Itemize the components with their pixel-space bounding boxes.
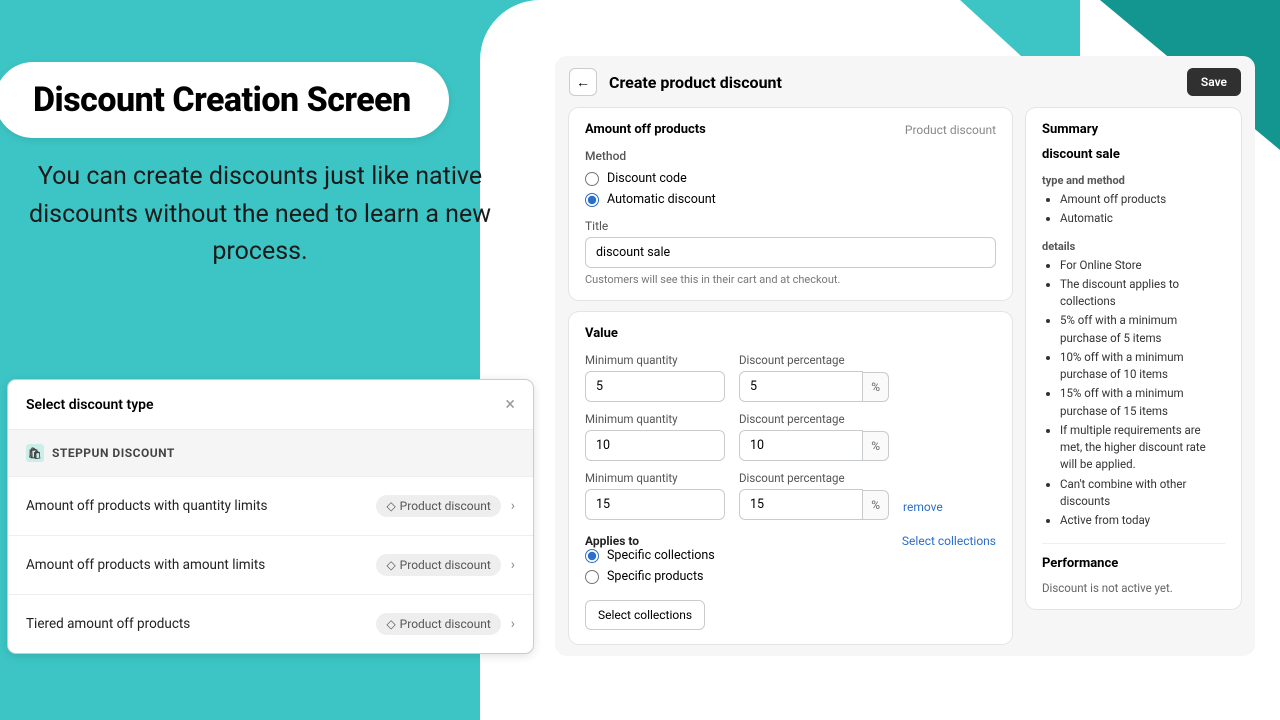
page-title: Create product discount (609, 73, 782, 92)
marketing-title: Discount Creation Screen (0, 62, 449, 138)
chevron-right-icon: › (511, 616, 515, 632)
pct-input[interactable] (739, 489, 863, 520)
discount-type-option[interactable]: Tiered amount off products ◇Product disc… (8, 595, 533, 653)
product-discount-badge: ◇Product discount (376, 613, 500, 635)
dialog-title: Select discount type (26, 397, 154, 413)
tag-icon: ◇ (386, 617, 395, 631)
discount-type-option[interactable]: Amount off products with amount limits ◇… (8, 536, 533, 595)
summary-name: discount sale (1042, 147, 1225, 162)
discount-type-dialog: Select discount type × 🛍 STEPPUN DISCOUN… (8, 380, 533, 653)
pct-input[interactable] (739, 371, 863, 402)
arrow-left-icon: ← (576, 74, 590, 91)
value-card: Value Minimum quantity Discount percenta… (569, 312, 1012, 644)
summary-card: Summary discount sale type and method Am… (1026, 108, 1241, 609)
type-badge: Product discount (905, 123, 996, 137)
admin-panel: ← Create product discount Save Amount of… (555, 56, 1255, 656)
chevron-right-icon: › (511, 557, 515, 573)
remove-tier-link[interactable]: remove (903, 500, 996, 520)
chevron-right-icon: › (511, 498, 515, 514)
tag-icon: ◇ (386, 499, 395, 513)
product-discount-badge: ◇Product discount (376, 554, 500, 576)
select-collections-button[interactable]: Select collections (585, 600, 705, 630)
method-radio-auto[interactable]: Automatic discount (585, 192, 996, 207)
qty-input[interactable] (585, 430, 725, 461)
select-collections-link[interactable]: Select collections (902, 534, 996, 548)
summary-type-list: Amount off products Automatic (1042, 191, 1225, 228)
save-button[interactable]: Save (1187, 68, 1241, 96)
applies-radio-products[interactable]: Specific products (585, 569, 996, 584)
back-button[interactable]: ← (569, 68, 597, 96)
qty-input[interactable] (585, 489, 725, 520)
qty-input[interactable] (585, 371, 725, 402)
pct-input[interactable] (739, 430, 863, 461)
title-input[interactable] (585, 237, 996, 268)
discount-type-option[interactable]: Amount off products with quantity limits… (8, 477, 533, 536)
close-icon[interactable]: × (505, 394, 515, 415)
product-discount-badge: ◇Product discount (376, 495, 500, 517)
app-header-row: 🛍 STEPPUN DISCOUNT (8, 430, 533, 477)
summary-details-list: For Online Store The discount applies to… (1042, 257, 1225, 530)
method-radio-code[interactable]: Discount code (585, 171, 996, 186)
marketing-subtitle: You can create discounts just like nativ… (0, 158, 520, 271)
applies-radio-collections[interactable]: Specific collections (585, 548, 996, 563)
tag-icon: ◇ (386, 558, 395, 572)
method-card: Amount off products Product discount Met… (569, 108, 1012, 300)
app-icon: 🛍 (26, 444, 44, 462)
